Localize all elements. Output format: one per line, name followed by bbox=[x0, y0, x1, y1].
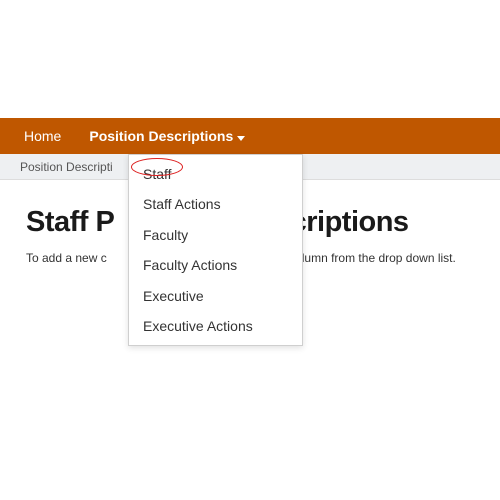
main-navbar: Home Position Descriptions bbox=[0, 118, 500, 154]
dropdown-item-label: Faculty bbox=[143, 227, 188, 243]
top-spacer bbox=[0, 0, 500, 118]
nav-home[interactable]: Home bbox=[24, 128, 61, 144]
dropdown-item-label: Faculty Actions bbox=[143, 257, 237, 273]
page-desc-left: To add a new c bbox=[26, 251, 107, 265]
dropdown-item-label: Staff bbox=[143, 166, 172, 182]
breadcrumb-text: Position Descripti bbox=[20, 160, 113, 174]
nav-position-descriptions[interactable]: Position Descriptions bbox=[89, 128, 245, 144]
dropdown-item-label: Staff Actions bbox=[143, 196, 221, 212]
nav-home-label: Home bbox=[24, 128, 61, 144]
dropdown-item-executive-actions[interactable]: Executive Actions bbox=[129, 311, 302, 341]
dropdown-item-staff[interactable]: Staff bbox=[129, 159, 302, 189]
page-title-left: Staff P bbox=[26, 206, 114, 238]
position-descriptions-dropdown: Staff Staff Actions Faculty Faculty Acti… bbox=[128, 154, 303, 346]
dropdown-item-faculty-actions[interactable]: Faculty Actions bbox=[129, 250, 302, 280]
dropdown-item-label: Executive Actions bbox=[143, 318, 253, 334]
nav-position-descriptions-label: Position Descriptions bbox=[89, 128, 233, 144]
dropdown-item-executive[interactable]: Executive bbox=[129, 281, 302, 311]
caret-down-icon bbox=[237, 128, 245, 144]
dropdown-item-staff-actions[interactable]: Staff Actions bbox=[129, 189, 302, 219]
dropdown-item-label: Executive bbox=[143, 288, 204, 304]
dropdown-item-faculty[interactable]: Faculty bbox=[129, 220, 302, 250]
